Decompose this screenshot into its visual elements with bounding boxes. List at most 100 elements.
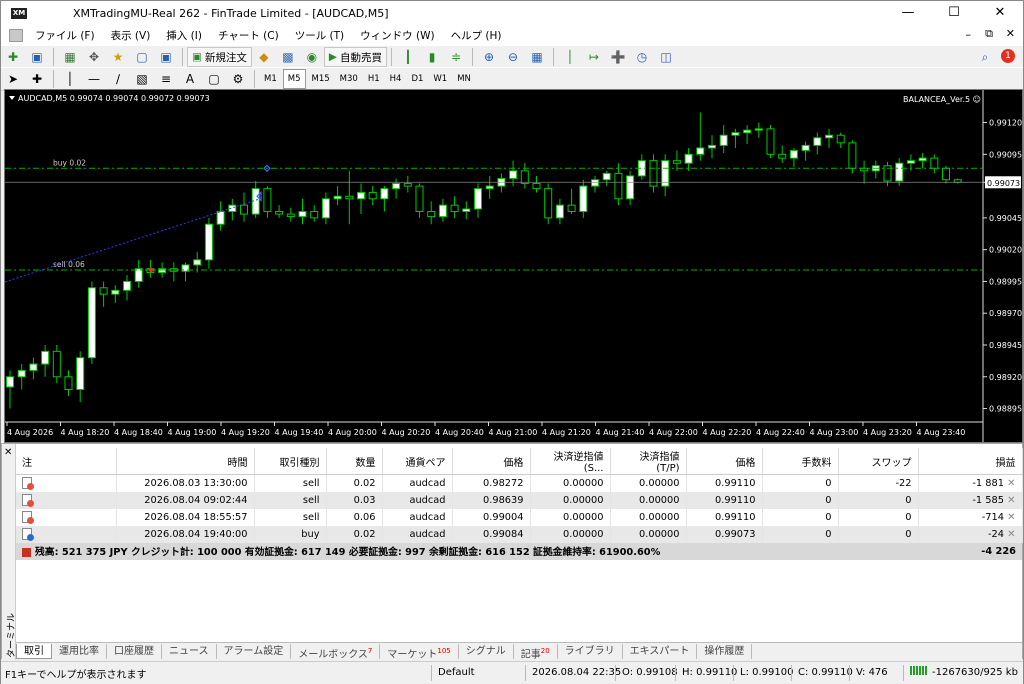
- child-minimize-button[interactable]: –: [966, 28, 972, 41]
- tab-3[interactable]: ニュース: [162, 643, 217, 659]
- col-profit[interactable]: 損益: [918, 448, 1023, 475]
- maximize-button[interactable]: ☐: [931, 1, 977, 25]
- menu-insert[interactable]: 挿入 (I): [158, 28, 210, 43]
- auto-trading-button[interactable]: ▶ 自動売買: [323, 47, 387, 67]
- bear-candle: [766, 128, 775, 155]
- close-order-icon[interactable]: ✕: [1007, 529, 1015, 540]
- trendline-icon[interactable]: ∕: [109, 70, 127, 88]
- bar-chart-icon[interactable]: ┃: [399, 48, 417, 66]
- col-type[interactable]: 取引種別: [254, 448, 327, 475]
- col-sl[interactable]: 決済逆指値(S...: [530, 448, 611, 475]
- col-symbol[interactable]: 通貨ペア: [382, 448, 453, 475]
- table-row[interactable]: 2026.08.04 19:40:00 buy 0.02 audcad 0.99084 0…: [16, 525, 1023, 543]
- col-current-price[interactable]: 価格: [686, 448, 763, 475]
- timeframe-h4[interactable]: H4: [386, 69, 406, 89]
- bull-candle: [789, 149, 798, 159]
- child-restore-button[interactable]: ⧉: [985, 27, 993, 41]
- search-icon[interactable]: ⌕: [976, 48, 994, 66]
- menu-window[interactable]: ウィンドウ (W): [352, 28, 442, 43]
- tab-10[interactable]: エキスパート: [623, 643, 698, 659]
- equidistant-channel-icon[interactable]: ▧: [133, 70, 151, 88]
- horizontal-line-icon[interactable]: —: [85, 70, 103, 88]
- tab-5[interactable]: メールボックス7: [291, 643, 381, 660]
- bear-candle: [532, 183, 541, 190]
- timeframe-h1[interactable]: H1: [364, 69, 384, 89]
- timeframe-d1[interactable]: D1: [407, 69, 427, 89]
- table-row[interactable]: 2026.08.04 18:55:57 sell 0.06 audcad 0.99004…: [16, 508, 1023, 526]
- col-tp[interactable]: 決済指値(T/P): [610, 448, 687, 475]
- vps-icon[interactable]: ▩: [279, 48, 297, 66]
- zoom-in-icon[interactable]: ⊕: [480, 48, 498, 66]
- close-order-icon[interactable]: ✕: [1007, 512, 1015, 523]
- tester-icon[interactable]: ▣: [157, 48, 175, 66]
- status-profile[interactable]: Default: [431, 665, 525, 681]
- arrows-icon[interactable]: ⚙: [229, 70, 247, 88]
- cell-tp: 0.00000: [610, 525, 687, 543]
- vertical-line-icon[interactable]: │: [61, 70, 79, 88]
- col-swap[interactable]: スワップ: [838, 448, 919, 475]
- periodicity-icon[interactable]: ◷: [633, 48, 651, 66]
- close-order-icon[interactable]: ✕: [1007, 478, 1015, 489]
- order-line-label: sell 0.06: [53, 260, 85, 269]
- text-label-icon[interactable]: ▢: [205, 70, 223, 88]
- terminal-close-icon[interactable]: ✕: [4, 447, 12, 458]
- market-watch-icon[interactable]: ▦: [61, 48, 79, 66]
- text-icon[interactable]: A: [181, 70, 199, 88]
- tab-1[interactable]: 運用比率: [52, 643, 107, 659]
- menu-view[interactable]: 表示 (V): [103, 28, 159, 43]
- close-button[interactable]: ✕: [977, 1, 1023, 25]
- tab-11[interactable]: 操作履歴: [697, 643, 753, 659]
- fibonacci-icon[interactable]: ≡: [157, 70, 175, 88]
- new-order-button[interactable]: ▣ 新規注文: [187, 47, 252, 67]
- tab-6[interactable]: マーケット105: [380, 643, 459, 660]
- timeframe-m5[interactable]: M5: [282, 69, 306, 89]
- timeframe-w1[interactable]: W1: [429, 69, 451, 89]
- tab-8[interactable]: 記事20: [514, 643, 558, 660]
- col-order[interactable]: 注: [16, 448, 117, 475]
- child-close-button[interactable]: ✕: [1006, 27, 1015, 40]
- col-time[interactable]: 時間: [116, 448, 255, 475]
- cursor-icon[interactable]: ➤: [4, 70, 22, 88]
- tab-0[interactable]: 取引: [16, 643, 52, 659]
- time-tick-label: 4 Aug 20:40: [435, 428, 484, 437]
- menu-tools[interactable]: ツール (T): [287, 28, 352, 43]
- autoscroll-icon[interactable]: ↦: [585, 48, 603, 66]
- notification-badge[interactable]: 1: [1001, 49, 1015, 63]
- col-volume[interactable]: 数量: [326, 448, 383, 475]
- table-row[interactable]: 2026.08.04 09:02:44 sell 0.03 audcad 0.98639…: [16, 491, 1023, 509]
- line-chart-icon[interactable]: ≑: [447, 48, 465, 66]
- tab-9[interactable]: ライブラリ: [558, 643, 623, 659]
- price-chart[interactable]: 0.99120 0.99095 0.99073 0.99045 0.99020 0.989…: [5, 90, 1022, 442]
- close-order-icon[interactable]: ✕: [1007, 495, 1015, 506]
- signals-icon[interactable]: ◉: [303, 48, 321, 66]
- new-chart-icon[interactable]: ✚: [4, 48, 22, 66]
- menu-chart[interactable]: チャート (C): [210, 28, 287, 43]
- timeframe-m1[interactable]: M1: [260, 69, 281, 89]
- tab-7[interactable]: シグナル: [459, 643, 514, 659]
- data-window-icon[interactable]: ✥: [85, 48, 103, 66]
- tab-4[interactable]: アラーム設定: [217, 643, 292, 659]
- col-commission[interactable]: 手数料: [762, 448, 839, 475]
- terminal-icon[interactable]: ▢: [133, 48, 151, 66]
- indicators-icon[interactable]: ➕: [609, 48, 627, 66]
- chart-window-icon[interactable]: [9, 28, 23, 42]
- zoom-out-icon[interactable]: ⊖: [504, 48, 522, 66]
- crosshair-icon[interactable]: ✚: [28, 70, 46, 88]
- templates-icon[interactable]: ◫: [657, 48, 675, 66]
- profiles-icon[interactable]: ▣: [28, 48, 46, 66]
- metaeditor-icon[interactable]: ◆: [255, 48, 273, 66]
- tab-2[interactable]: 口座履歴: [107, 643, 162, 659]
- timeframe-m30[interactable]: M30: [336, 69, 362, 89]
- navigator-icon[interactable]: ★: [109, 48, 127, 66]
- menu-help[interactable]: ヘルプ (H): [443, 28, 510, 43]
- menu-file[interactable]: ファイル (F): [27, 28, 103, 43]
- table-row[interactable]: 2026.08.03 13:30:00 sell 0.02 audcad 0.98272…: [16, 474, 1023, 492]
- status-traffic[interactable]: -1267630/925 kb: [903, 665, 1018, 681]
- timeframe-mn[interactable]: MN: [453, 69, 475, 89]
- chart-shift-icon[interactable]: │: [561, 48, 579, 66]
- minimize-button[interactable]: —: [885, 1, 931, 25]
- col-price[interactable]: 価格: [452, 448, 531, 475]
- candlestick-icon[interactable]: ▮: [423, 48, 441, 66]
- tile-windows-icon[interactable]: ▦: [528, 48, 546, 66]
- timeframe-m15[interactable]: M15: [308, 69, 334, 89]
